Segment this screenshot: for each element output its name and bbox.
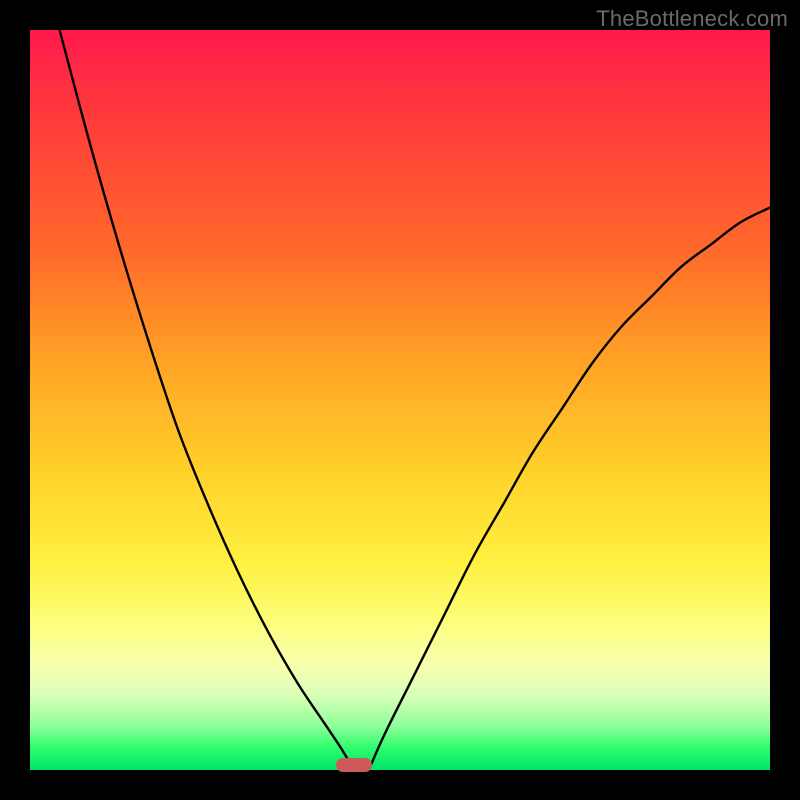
chart-frame: TheBottleneck.com — [0, 0, 800, 800]
plot-area — [30, 30, 770, 770]
bottleneck-curve — [30, 30, 770, 770]
optimal-marker — [336, 758, 372, 772]
watermark-text: TheBottleneck.com — [596, 6, 788, 32]
